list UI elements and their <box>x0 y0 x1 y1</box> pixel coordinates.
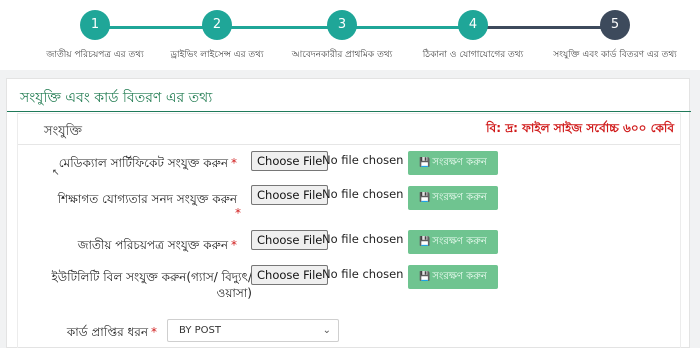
card-title-divider <box>7 111 691 112</box>
step-3-label: আবেদনকারীর প্রাথমিক তথ্য <box>291 50 393 60</box>
utility-bill-choose-file-button[interactable]: Choose File <box>251 265 329 285</box>
save-button-label: সংরক্ষণ করুন <box>432 157 487 168</box>
save-button-label: সংরক্ষণ করুন <box>432 271 487 282</box>
card-receive-type-label: কার্ড প্রাপ্তির ধরন * <box>27 324 157 344</box>
field-label-text: শিক্ষাগত যোগ্যতার সনদ সংযুক্ত করুন <box>57 192 237 206</box>
mouse-cursor-icon: ↖ <box>52 168 60 178</box>
step-2[interactable]: 2 ড্রাইভিং লাইসেন্স এর তথ্য <box>147 10 287 62</box>
required-mark: * <box>235 206 241 220</box>
national-id-choose-file-button[interactable]: Choose File <box>251 230 329 250</box>
attachment-card: সংযুক্তি এবং কার্ড বিতরণ এর তথ্য সংযুক্ত… <box>6 78 691 348</box>
step-3[interactable]: 3 আবেদনকারীর প্রাথমিক তথ্য <box>272 10 412 62</box>
panel-title: সংযুক্তি <box>44 124 83 139</box>
card-title: সংযুক্তি এবং কার্ড বিতরণ এর তথ্য <box>20 90 213 106</box>
save-icon: 💾 <box>419 193 431 203</box>
step-2-circle: 2 <box>202 10 232 40</box>
step-1-circle: 1 <box>80 10 110 40</box>
national-id-label: জাতীয় পরিচয়পত্র সংযুক্ত করুন * <box>27 237 237 257</box>
step-4[interactable]: 4 ঠিকানা ও যোগাযোগের তথ্য <box>403 10 543 62</box>
step-4-circle: 4 <box>458 10 488 40</box>
save-icon: 💾 <box>419 272 431 282</box>
file-size-notice: বি: দ্র: ফাইল সাইজ সর্বোচ্চ ৬০০ কেবি <box>486 121 674 135</box>
field-label-text: মেডিক্যাল সার্টিফিকেট সংযুক্ত করুন <box>58 156 228 170</box>
utility-bill-save-button[interactable]: 💾 সংরক্ষণ করুন <box>408 265 498 289</box>
field-label-text: কার্ড প্রাপ্তির ধরন <box>66 325 148 339</box>
save-icon: 💾 <box>419 158 431 168</box>
step-2-label: ড্রাইভিং লাইসেন্স এর তথ্য <box>170 50 264 60</box>
step-3-circle: 3 <box>327 10 357 40</box>
card-receive-type-select[interactable]: BY POST ⌄ <box>167 319 339 342</box>
medical-certificate-save-button[interactable]: 💾 সংরক্ষণ করুন <box>408 151 498 175</box>
progress-stepper: 1 জাতীয় পরিচয়পত্র এর তথ্য 2 ড্রাইভিং ল… <box>0 0 700 70</box>
utility-bill-file-status: No file chosen <box>322 267 404 281</box>
required-mark: * <box>151 325 157 339</box>
save-button-label: সংরক্ষণ করুন <box>432 236 487 247</box>
medical-certificate-choose-file-button[interactable]: Choose File <box>251 151 329 171</box>
education-certificate-choose-file-button[interactable]: Choose File <box>251 185 329 205</box>
step-5-circle: 5 <box>600 10 630 40</box>
utility-bill-label: ইউটিলিটি বিল সংযুক্ত করুন(গ্যাস/ বিদ্যুৎ… <box>27 269 252 301</box>
medical-certificate-file-status: No file chosen <box>322 153 404 167</box>
step-1-label: জাতীয় পরিচয়পত্র এর তথ্য <box>46 50 144 60</box>
step-5-label: সংযুক্তি এবং কার্ড বিতরণ এর তথ্য <box>553 50 677 60</box>
national-id-save-button[interactable]: 💾 সংরক্ষণ করুন <box>408 230 498 254</box>
panel-divider <box>18 144 680 145</box>
field-label-text: ইউটিলিটি বিল সংযুক্ত করুন(গ্যাস/ বিদ্যুৎ… <box>51 270 252 300</box>
chevron-down-icon: ⌄ <box>322 325 331 336</box>
step-1[interactable]: 1 জাতীয় পরিচয়পত্র এর তথ্য <box>25 10 165 62</box>
step-5[interactable]: 5 সংযুক্তি এবং কার্ড বিতরণ এর তথ্য <box>545 10 685 62</box>
required-mark: * <box>231 156 237 170</box>
education-certificate-file-status: No file chosen <box>322 187 404 201</box>
education-certificate-label: শিক্ষাগত যোগ্যতার সনদ সংযুক্ত করুন <box>27 191 237 211</box>
card-receive-selected-value: BY POST <box>179 325 221 336</box>
required-mark: * <box>231 238 237 252</box>
save-icon: 💾 <box>419 237 431 247</box>
national-id-file-status: No file chosen <box>322 232 404 246</box>
save-button-label: সংরক্ষণ করুন <box>432 192 487 203</box>
field-label-text: জাতীয় পরিচয়পত্র সংযুক্ত করুন <box>77 238 228 252</box>
education-certificate-save-button[interactable]: 💾 সংরক্ষণ করুন <box>408 186 498 210</box>
step-4-label: ঠিকানা ও যোগাযোগের তথ্য <box>422 50 524 60</box>
attachment-panel: সংযুক্তি বি: দ্র: ফাইল সাইজ সর্বোচ্চ ৬০০… <box>17 113 681 348</box>
